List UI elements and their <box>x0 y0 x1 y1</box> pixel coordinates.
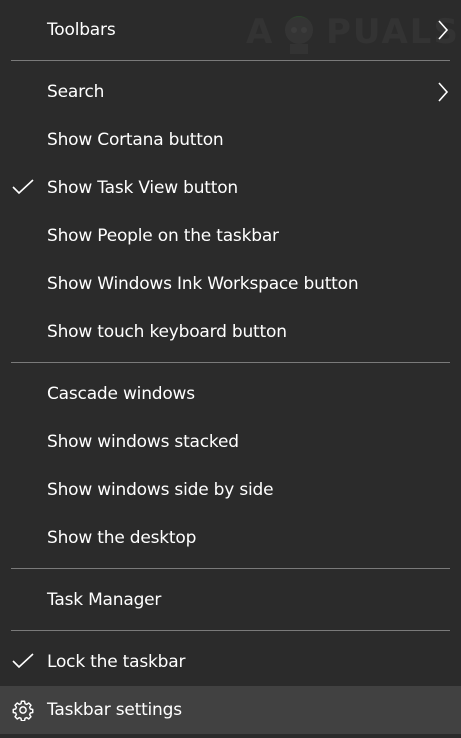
menu-item-show-task-view-button[interactable]: Show Task View button <box>0 164 461 212</box>
menu-item-toolbars[interactable]: Toolbars <box>0 6 461 54</box>
menu-separator <box>11 60 450 61</box>
checkmark-icon <box>12 653 34 669</box>
menu-item-show-windows-side-by-side[interactable]: Show windows side by side <box>0 466 461 514</box>
menu-item-taskbar-settings[interactable]: Taskbar settings <box>0 686 461 734</box>
checkmark-icon <box>12 179 34 195</box>
chevron-right-icon <box>438 20 449 40</box>
menu-item-label: Show Windows Ink Workspace button <box>47 274 359 294</box>
menu-item-cascade-windows[interactable]: Cascade windows <box>0 370 461 418</box>
menu-item-show-cortana-button[interactable]: Show Cortana button <box>0 116 461 164</box>
menu-item-task-manager[interactable]: Task Manager <box>0 576 461 624</box>
chevron-right-icon <box>438 82 449 102</box>
menu-item-label: Show windows stacked <box>47 432 239 452</box>
menu-item-label: Show the desktop <box>47 528 197 548</box>
menu-item-label: Show touch keyboard button <box>47 322 287 342</box>
menu-item-label: Toolbars <box>47 20 116 40</box>
menu-item-label: Show windows side by side <box>47 480 274 500</box>
taskbar-context-menu: A PUALS Toolbars Search Show Cortana but… <box>0 0 461 738</box>
menu-item-label: Task Manager <box>47 590 162 610</box>
menu-item-lock-the-taskbar[interactable]: Lock the taskbar <box>0 638 461 686</box>
menu-item-label: Show Task View button <box>47 178 238 198</box>
menu-item-label: Lock the taskbar <box>47 652 186 672</box>
gear-icon <box>12 700 34 721</box>
menu-item-label: Cascade windows <box>47 384 195 404</box>
menu-separator <box>11 568 450 569</box>
menu-item-show-people[interactable]: Show People on the taskbar <box>0 212 461 260</box>
menu-item-search[interactable]: Search <box>0 68 461 116</box>
menu-item-show-windows-stacked[interactable]: Show windows stacked <box>0 418 461 466</box>
menu-item-label: Show People on the taskbar <box>47 226 279 246</box>
menu-item-label: Search <box>47 82 105 102</box>
menu-item-label: Show Cortana button <box>47 130 224 150</box>
menu-item-label: Taskbar settings <box>47 700 182 720</box>
menu-item-show-windows-ink-workspace-button[interactable]: Show Windows Ink Workspace button <box>0 260 461 308</box>
menu-item-show-touch-keyboard-button[interactable]: Show touch keyboard button <box>0 308 461 356</box>
menu-item-show-the-desktop[interactable]: Show the desktop <box>0 514 461 562</box>
menu-separator <box>11 362 450 363</box>
menu-separator <box>11 630 450 631</box>
